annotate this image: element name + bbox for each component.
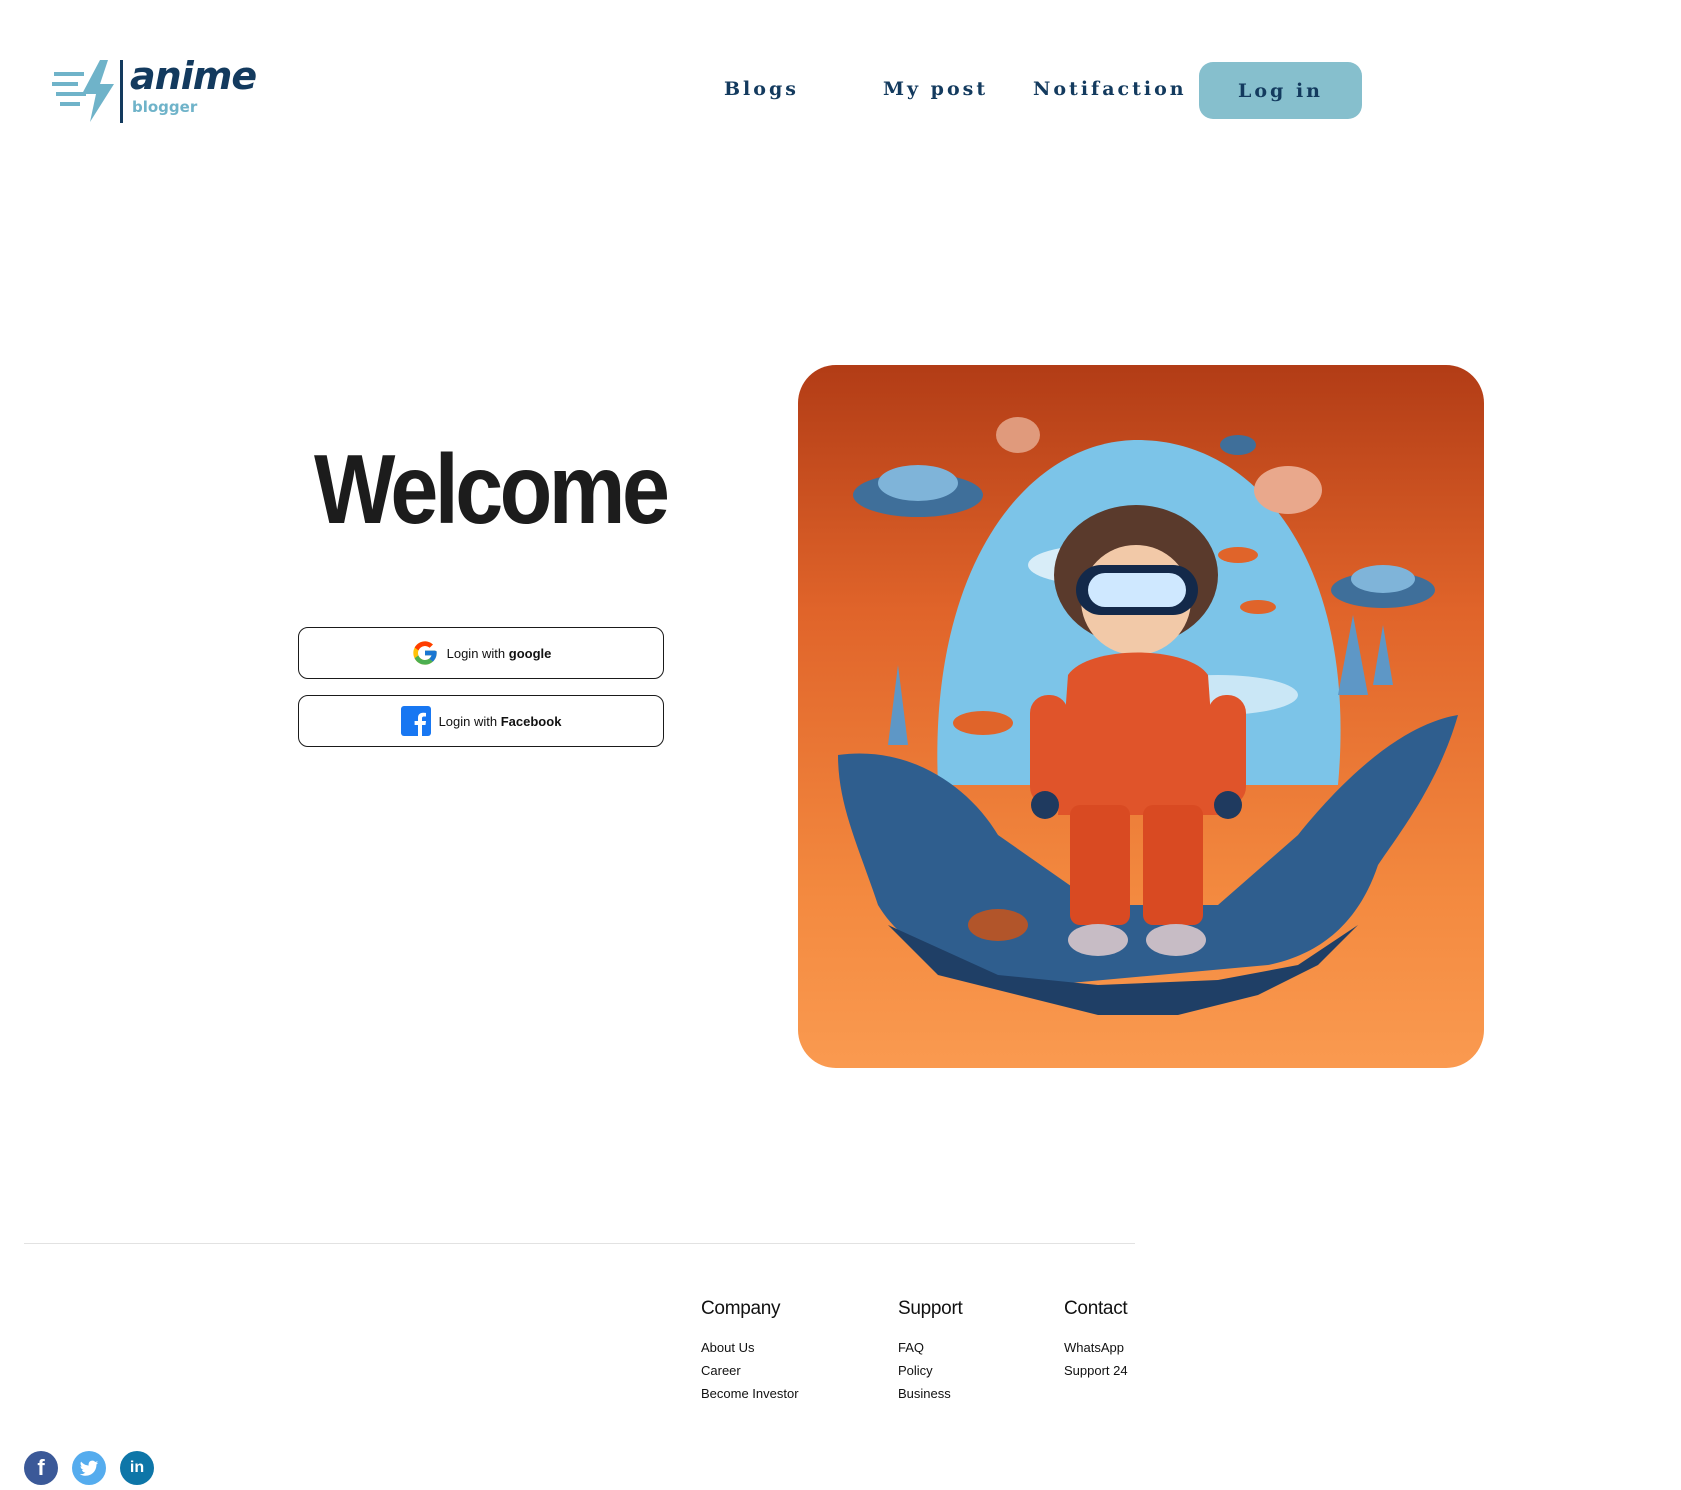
footer-support-column: Support FAQ Policy Business <box>898 1298 963 1409</box>
lightning-bolt-icon <box>52 60 114 122</box>
footer-link-faq[interactable]: FAQ <box>898 1340 962 1355</box>
google-icon <box>412 641 437 665</box>
login-button[interactable]: Log in <box>1199 62 1362 119</box>
brand-name: anime <box>130 54 257 98</box>
facebook-login-label: Login with Facebook <box>438 713 562 729</box>
facebook-icon[interactable]: f <box>24 1451 58 1485</box>
brand-tagline: blogger <box>132 98 198 116</box>
linkedin-icon[interactable]: in <box>120 1451 154 1485</box>
footer-company-title: Company <box>701 1298 781 1319</box>
footer-support-title: Support <box>898 1298 963 1319</box>
footer-link-whatsapp[interactable]: WhatsApp <box>1064 1340 1128 1355</box>
anime-character-illustration <box>838 417 1458 1015</box>
page-title: Welcome <box>314 434 670 544</box>
nav-notifaction[interactable]: Notifaction <box>1033 78 1187 100</box>
brand-logo[interactable]: anime blogger <box>52 54 257 124</box>
nav-blogs[interactable]: Blogs <box>724 78 799 100</box>
footer-link-business[interactable]: Business <box>898 1386 962 1401</box>
login-with-facebook-button[interactable]: Login with Facebook <box>298 695 664 747</box>
login-with-google-button[interactable]: Login with google <box>298 627 664 679</box>
footer-link-become-investor[interactable]: Become Investor <box>701 1386 799 1401</box>
hero-illustration <box>798 365 1484 1068</box>
nav-my-post[interactable]: My post <box>883 78 988 100</box>
footer-company-column: Company About Us Career Become Investor <box>701 1298 799 1409</box>
twitter-bird-icon <box>79 1460 99 1476</box>
footer-link-policy[interactable]: Policy <box>898 1363 962 1378</box>
footer-link-support-24[interactable]: Support 24 <box>1064 1363 1128 1378</box>
footer-contact-column: Contact WhatsApp Support 24 <box>1064 1298 1128 1386</box>
footer-divider <box>24 1243 1135 1244</box>
facebook-icon <box>400 706 431 736</box>
logo-divider <box>120 60 123 123</box>
footer-link-career[interactable]: Career <box>701 1363 799 1378</box>
google-login-label: Login with google <box>446 645 552 661</box>
footer-contact-title: Contact <box>1064 1298 1128 1319</box>
footer-link-about-us[interactable]: About Us <box>701 1340 799 1355</box>
twitter-icon[interactable] <box>72 1451 106 1485</box>
